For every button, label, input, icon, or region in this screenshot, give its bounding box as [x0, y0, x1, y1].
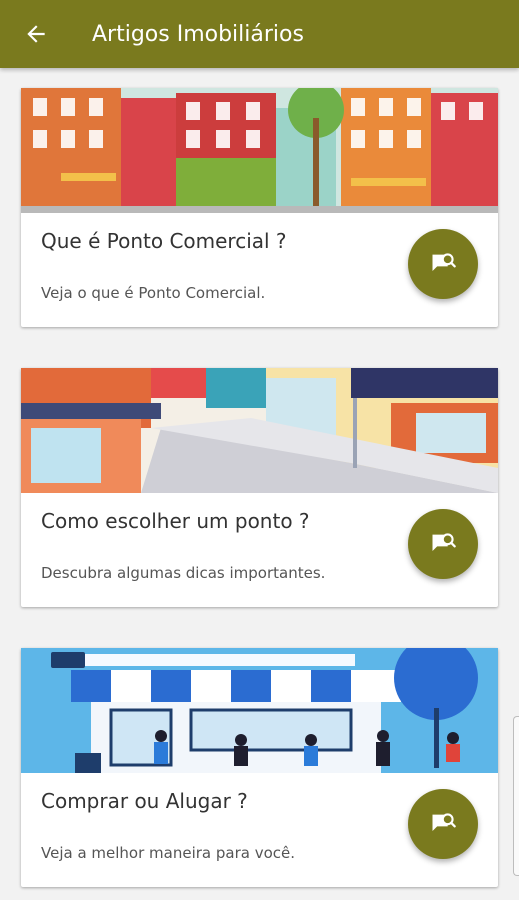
scrollbar[interactable]: [513, 716, 519, 876]
article-image-storefront: [21, 648, 498, 773]
article-card-ponto-comercial[interactable]: Que é Ponto Comercial ? Veja o que é Pon…: [21, 88, 498, 327]
app-bar: Artigos Imobiliários: [0, 0, 519, 68]
article-title: Comprar ou Alugar ?: [41, 789, 248, 813]
article-subtitle: Descubra algumas dicas importantes.: [41, 564, 326, 582]
open-article-button[interactable]: [408, 229, 478, 299]
chat-search-icon: [432, 813, 456, 831]
article-image-empty-street: [21, 368, 498, 493]
article-title: Que é Ponto Comercial ?: [41, 229, 287, 253]
chat-search-icon: [432, 533, 456, 551]
article-image-street-buildings: [21, 88, 498, 213]
open-article-button[interactable]: [408, 789, 478, 859]
article-subtitle: Veja o que é Ponto Comercial.: [41, 284, 266, 302]
arrow-left-icon: [27, 25, 45, 43]
back-button[interactable]: [6, 0, 66, 68]
article-card-escolher-ponto[interactable]: Como escolher um ponto ? Descubra alguma…: [21, 368, 498, 607]
article-card-comprar-alugar[interactable]: Comprar ou Alugar ? Veja a melhor maneir…: [21, 648, 498, 887]
chat-search-icon: [432, 253, 456, 271]
article-subtitle: Veja a melhor maneira para você.: [41, 844, 296, 862]
article-title: Como escolher um ponto ?: [41, 509, 310, 533]
open-article-button[interactable]: [408, 509, 478, 579]
page-title: Artigos Imobiliários: [92, 21, 304, 47]
